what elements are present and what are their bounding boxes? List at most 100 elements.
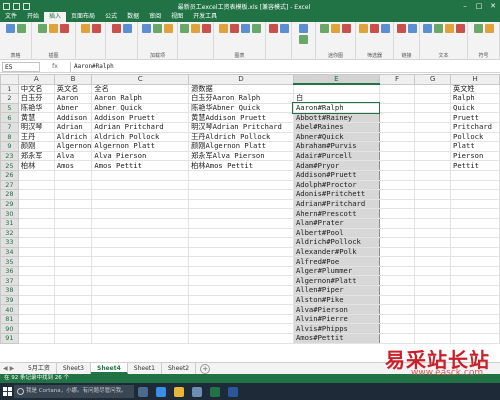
name-box[interactable]: E5 (2, 61, 40, 72)
cell-column-g[interactable] (414, 150, 452, 162)
cell-column-e[interactable]: Alan#Prater (292, 217, 380, 229)
cell-empty[interactable] (378, 275, 416, 287)
ribbon-command-icon[interactable] (473, 24, 483, 33)
ribbon-command-icon[interactable] (320, 24, 329, 33)
cell-empty[interactable] (53, 304, 93, 315)
cell-empty[interactable] (378, 313, 416, 325)
cell-column-e[interactable]: Allen#Piper (292, 285, 380, 296)
cell-chinese-name[interactable]: 中文名 (17, 83, 55, 95)
cell-source-data[interactable]: 黄慧Addison Pruett (188, 112, 294, 123)
column-header[interactable]: A (17, 74, 55, 85)
cell-empty[interactable] (414, 189, 452, 200)
cell-empty[interactable] (378, 323, 416, 335)
cortana-search-box[interactable]: 我是 Cortana，小娜。有问题尽管问我。 (14, 385, 134, 398)
cell-column-f[interactable] (378, 141, 416, 152)
ribbon-command-icon[interactable] (153, 24, 162, 33)
select-all-corner[interactable] (0, 74, 19, 85)
row-header[interactable]: 29 (0, 198, 19, 210)
cell-english-surname[interactable]: Platt (450, 141, 500, 152)
cell-column-e[interactable]: 白 (292, 93, 380, 104)
cell-english-name[interactable]: Algernon (53, 141, 93, 152)
cell-chinese-name[interactable]: 王丹 (17, 131, 55, 143)
cell-empty[interactable] (450, 237, 500, 248)
cell-chinese-name[interactable]: 黄慧 (17, 112, 55, 123)
cell-empty[interactable] (378, 294, 416, 306)
cell-empty[interactable] (450, 265, 500, 277)
cell-empty[interactable] (188, 208, 294, 219)
ribbon-command-icon[interactable] (444, 24, 454, 33)
sheet-tab[interactable]: Sheet3 (57, 363, 91, 374)
sheet-tab[interactable]: Sheet1 (128, 363, 162, 374)
cell-empty[interactable] (17, 265, 55, 277)
store-icon[interactable] (188, 383, 206, 400)
cell-english-name[interactable]: Abner (53, 102, 93, 114)
cell-column-e[interactable]: Abbott#Rainey (292, 112, 380, 123)
cell-column-f[interactable] (378, 83, 416, 95)
excel-app-icon[interactable] (206, 383, 224, 400)
cell-column-g[interactable] (414, 93, 452, 104)
cell-chinese-name[interactable]: 明汉琴 (17, 121, 55, 133)
column-header[interactable]: F (378, 74, 416, 85)
cell-empty[interactable] (450, 217, 500, 229)
cell-empty[interactable] (450, 246, 500, 258)
cell-empty[interactable] (450, 227, 500, 239)
ribbon-command-icon[interactable] (202, 24, 211, 33)
cell-column-e[interactable]: Adair#Purcell (292, 150, 380, 162)
cell-empty[interactable] (378, 198, 416, 210)
cell-column-e[interactable]: Amos#Pettit (292, 333, 380, 344)
column-header[interactable]: C (91, 74, 190, 85)
ribbon-tab[interactable]: 开发工具 (188, 12, 222, 22)
cell-empty[interactable] (53, 333, 93, 344)
cell-empty[interactable] (53, 227, 93, 239)
cell-empty[interactable] (378, 246, 416, 258)
cell-empty[interactable] (378, 256, 416, 267)
cell-full-name[interactable]: Abner Quick (91, 102, 190, 114)
cell-chinese-name[interactable]: 陈艳华 (17, 102, 55, 114)
fx-icon[interactable]: fx (40, 63, 70, 70)
cell-chinese-name[interactable]: 柏林 (17, 160, 55, 171)
cell-empty[interactable] (450, 189, 500, 200)
cell-empty[interactable] (188, 256, 294, 267)
cell-source-data[interactable]: 柏林Amos Pettit (188, 160, 294, 171)
cell-chinese-name[interactable]: 郑永军 (17, 150, 55, 162)
cell-full-name[interactable]: Addison Pruett (91, 112, 190, 123)
sheet-tab[interactable]: Sheet2 (162, 363, 197, 374)
cell-empty[interactable] (53, 323, 93, 335)
row-header[interactable]: 81 (0, 313, 19, 325)
cell-empty[interactable] (53, 313, 93, 325)
ribbon-command-icon[interactable] (38, 24, 47, 33)
task-view-icon[interactable] (134, 383, 152, 400)
ribbon-command-icon[interactable] (5, 24, 15, 33)
cell-english-name[interactable]: Addison (53, 112, 93, 123)
cell-empty[interactable] (91, 265, 190, 277)
ribbon-command-icon[interactable] (370, 24, 379, 33)
column-header[interactable]: G (414, 74, 452, 85)
cell-empty[interactable] (17, 227, 55, 239)
row-header[interactable]: 2 (0, 93, 19, 104)
ribbon-tab[interactable]: 审阅 (144, 12, 166, 22)
cell-empty[interactable] (53, 198, 93, 210)
cell-empty[interactable] (17, 246, 55, 258)
column-header[interactable]: B (53, 74, 93, 85)
cell-empty[interactable] (450, 208, 500, 219)
ribbon-command-icon[interactable] (229, 24, 239, 33)
cell-full-name[interactable]: Aaron Ralph (91, 93, 190, 104)
cell-empty[interactable] (188, 189, 294, 200)
cell-english-name[interactable]: Adrian (53, 121, 93, 133)
cell-column-g[interactable] (414, 112, 452, 123)
cell-source-data[interactable]: 王丹Aldrich Pollock (188, 131, 294, 143)
edge-browser-icon[interactable] (152, 383, 170, 400)
cell-empty[interactable] (450, 285, 500, 296)
cell-column-e[interactable]: Algernon#Platt (292, 275, 380, 287)
cell-column-e[interactable]: Aaron#Ralph (292, 102, 381, 114)
cell-empty[interactable] (91, 237, 190, 248)
cell-source-data[interactable]: 源数据 (188, 83, 294, 95)
ribbon-tab[interactable]: 插入 (44, 12, 67, 22)
ribbon-tab[interactable]: 开始 (22, 12, 44, 22)
column-header[interactable]: D (188, 74, 294, 85)
cell-empty[interactable] (91, 189, 190, 200)
cell-column-f[interactable] (378, 121, 416, 133)
cell-empty[interactable] (188, 313, 294, 325)
maximize-icon[interactable]: □ (472, 2, 486, 10)
formula-input[interactable]: Aaron#Ralph (70, 61, 500, 72)
